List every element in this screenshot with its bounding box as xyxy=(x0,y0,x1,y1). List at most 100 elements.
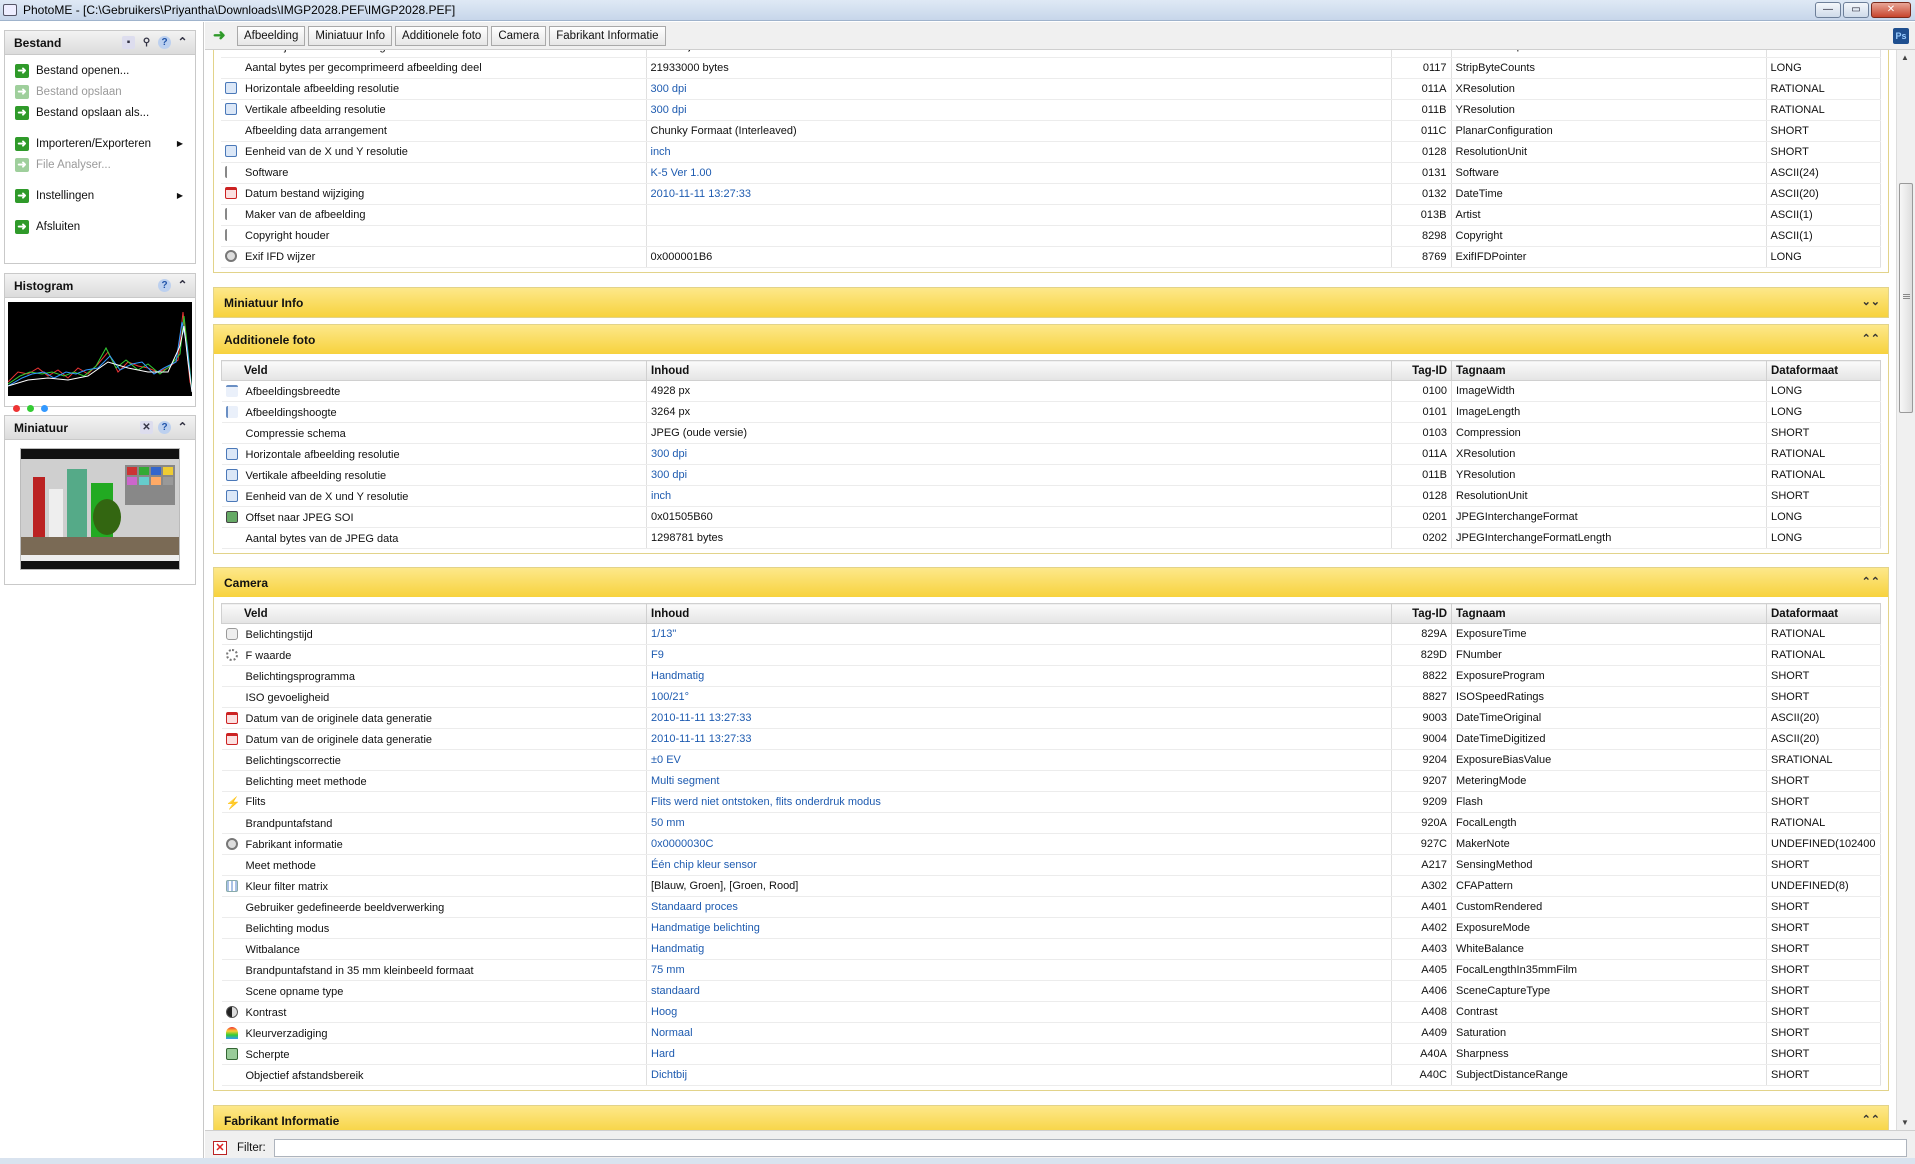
table-row[interactable]: Kleur filter matrix [Blauw, Groen], [Groe… xyxy=(221,875,1881,897)
maximize-button[interactable]: ▭ xyxy=(1843,2,1869,18)
cell-inhoud[interactable]: Hoog xyxy=(646,1001,1392,1023)
expand-chevron-icon[interactable]: ⌄⌄ xyxy=(1862,295,1880,308)
bestand-panel-header[interactable]: Bestand ▪ ⚲ ? ⌃ xyxy=(5,31,195,55)
scroll-thumb[interactable] xyxy=(1899,183,1913,413)
menu-item[interactable]: ➜ Bestand opslaan xyxy=(5,81,195,102)
table-row[interactable]: Scene opname type standaard A406 SceneCaptu… xyxy=(221,980,1881,1002)
tab-button[interactable]: Miniatuur Info xyxy=(308,25,393,46)
menu-item[interactable]: ➜ File Analyser... xyxy=(5,154,195,175)
cell-inhoud[interactable]: 0x0000030C xyxy=(646,833,1392,855)
table-row[interactable]: Belichtingsprogramma Handmatig 8822 Exposur… xyxy=(221,665,1881,687)
table-row[interactable]: Copyright houder 8298 Copyright ASCII(1) xyxy=(221,225,1881,247)
panel-search-icon[interactable]: ⚲ xyxy=(140,36,153,49)
cell-inhoud[interactable]: inch xyxy=(646,485,1392,507)
column-header-veld[interactable]: Veld xyxy=(221,360,647,381)
collapse-chevron-icon[interactable]: ⌃⌃ xyxy=(1862,332,1880,345)
menu-item[interactable]: ➜ Importeren/Exporteren ▶ xyxy=(5,133,195,154)
cell-inhoud[interactable]: inch xyxy=(646,141,1392,163)
table-row[interactable]: Belichtingscorrectie ±0 EV 9204 ExposureBia… xyxy=(221,749,1881,771)
column-header-tagid[interactable]: Tag-ID xyxy=(1391,603,1452,624)
column-header-tagid[interactable]: Tag-ID xyxy=(1391,360,1452,381)
table-row[interactable]: Compressie schema JPEG (oude versie) 0103 C… xyxy=(221,422,1881,444)
cell-inhoud[interactable]: 300 dpi xyxy=(646,99,1392,121)
menu-item[interactable]: ➜ Bestand opslaan als... xyxy=(5,102,195,123)
table-row[interactable]: Brandpuntafstand 50 mm 920A FocalLength RATI… xyxy=(221,812,1881,834)
red-channel-dot[interactable] xyxy=(13,405,20,412)
cell-inhoud[interactable]: 300 dpi xyxy=(646,464,1392,486)
tab-button[interactable]: Afbeelding xyxy=(237,25,306,46)
column-header-tagnaam[interactable]: Tagnaam xyxy=(1451,360,1767,381)
cell-inhoud[interactable]: 2010-11-11 13:27:33 xyxy=(646,707,1392,729)
table-row[interactable]: Gebruiker gedefineerde beeldverwerking St… xyxy=(221,896,1881,918)
table-row[interactable]: Maker van de afbeelding 013B Artist ASCII(1… xyxy=(221,204,1881,226)
cell-inhoud[interactable]: Hard xyxy=(646,1043,1392,1065)
additionele-foto-header[interactable]: Additionele foto ⌃⌃ xyxy=(214,325,1888,354)
table-row[interactable]: Afbeeldingsbreedte 4928 px 0100 ImageWidth L… xyxy=(221,380,1881,402)
cell-inhoud[interactable]: Multi segment xyxy=(646,770,1392,792)
collapse-chevron-icon[interactable]: ⌃ xyxy=(176,421,189,434)
table-row[interactable]: Objectief afstandsbereik Dichtbij A40C Subj… xyxy=(221,1064,1881,1086)
histogram-panel-header[interactable]: Histogram ? ⌃ xyxy=(5,274,195,298)
tab-button[interactable]: Fabrikant Informatie xyxy=(549,25,666,46)
table-row[interactable]: Belichting modus Handmatige belichting A40… xyxy=(221,917,1881,939)
filter-input[interactable] xyxy=(273,1138,1907,1157)
cell-inhoud[interactable]: 75 mm xyxy=(646,959,1392,981)
help-icon[interactable]: ? xyxy=(158,279,171,292)
vertical-scrollbar[interactable]: ▲ ▼ xyxy=(1896,50,1915,1130)
cell-inhoud[interactable]: F9 xyxy=(646,644,1392,666)
photoshop-icon[interactable]: Ps xyxy=(1893,28,1909,44)
table-row[interactable]: Belichtingstijd 1/13" 829A ExposureTime RATI… xyxy=(221,623,1881,645)
panel-settings-icon[interactable]: ▪ xyxy=(122,36,135,49)
table-row[interactable]: Vertikale afbeelding resolutie 300 dpi 011… xyxy=(221,99,1881,121)
scroll-up-arrow-icon[interactable]: ▲ xyxy=(1901,53,1909,62)
collapse-chevron-icon[interactable]: ⌃ xyxy=(176,279,189,292)
camera-header[interactable]: Camera ⌃⌃ xyxy=(214,568,1888,597)
cell-inhoud[interactable]: 2010-11-11 13:27:33 xyxy=(646,728,1392,750)
table-row[interactable]: Horizontale afbeelding resolutie 300 dpi 0… xyxy=(221,443,1881,465)
column-header-inhoud[interactable]: Inhoud xyxy=(646,603,1392,624)
table-row[interactable]: Belichting meet methode Multi segment 9207… xyxy=(221,770,1881,792)
table-row[interactable]: Kleurverzadiging Normaal A409 Saturation SHO… xyxy=(221,1022,1881,1044)
table-row[interactable]: Offset naar JPEG SOI 0x01505B60 0201 JPEGIn… xyxy=(221,506,1881,528)
blue-channel-dot[interactable] xyxy=(41,405,48,412)
navigate-arrow-icon[interactable]: ➜ xyxy=(213,27,229,44)
table-row[interactable]: Datum van de originele data generatie 201… xyxy=(221,728,1881,750)
table-row[interactable]: Datum van de originele data generatie 201… xyxy=(221,707,1881,729)
thumbnail-remove-icon[interactable]: ✕ xyxy=(140,421,153,434)
table-row[interactable]: Witbalance Handmatig A403 WhiteBalance SHORT xyxy=(221,938,1881,960)
table-row[interactable]: F waarde F9 829D FNumber RATIONAL xyxy=(221,644,1881,666)
cell-inhoud[interactable]: Dichtbij xyxy=(646,1064,1392,1086)
cell-inhoud[interactable]: Normaal xyxy=(646,1022,1392,1044)
table-row[interactable]: Aantal bytes per gecomprimeerd afbeeldin… xyxy=(221,57,1881,79)
cell-inhoud[interactable]: 100/21° xyxy=(646,686,1392,708)
table-row[interactable]: Vertikale afbeelding resolutie 300 dpi 011… xyxy=(221,464,1881,486)
table-row[interactable]: Afbeelding data arrangement Chunky Formaa… xyxy=(221,120,1881,142)
cell-inhoud[interactable]: 50 mm xyxy=(646,812,1392,834)
collapse-chevron-icon[interactable]: ⌃⌃ xyxy=(1862,1113,1880,1126)
table-row[interactable]: ⚡ Flits Flits werd niet ontstoken, flits o… xyxy=(221,791,1881,813)
clear-filter-icon[interactable]: ✕ xyxy=(213,1140,227,1155)
green-channel-dot[interactable] xyxy=(27,405,34,412)
menu-item[interactable]: ➜ Afsluiten xyxy=(5,216,195,237)
table-row[interactable]: Eenheid van de X und Y resolutie inch 0128… xyxy=(221,485,1881,507)
cell-inhoud[interactable]: ±0 EV xyxy=(646,749,1392,771)
cell-inhoud[interactable]: Handmatig xyxy=(646,938,1392,960)
close-button[interactable]: ✕ xyxy=(1871,2,1911,18)
table-row[interactable]: Aantal lijnen in de afbeelding 3264 Rijen… xyxy=(221,50,1881,58)
cell-inhoud[interactable]: Standaard proces xyxy=(646,896,1392,918)
cell-inhoud[interactable]: 2010-11-11 13:27:33 xyxy=(646,183,1392,205)
cell-inhoud[interactable]: 300 dpi xyxy=(646,443,1392,465)
help-icon[interactable]: ? xyxy=(158,36,171,49)
fabrikant-informatie-header[interactable]: Fabrikant Informatie ⌃⌃ xyxy=(214,1106,1888,1130)
table-row[interactable]: ISO gevoeligheid 100/21° 8827 ISOSpeedRatin… xyxy=(221,686,1881,708)
table-row[interactable]: Fabrikant informatie 0x0000030C 927C MakerN… xyxy=(221,833,1881,855)
table-row[interactable]: Meet methode Één chip kleur sensor A217 Sen… xyxy=(221,854,1881,876)
table-row[interactable]: Datum bestand wijziging 2010-11-11 13:27:… xyxy=(221,183,1881,205)
column-header-dataformaat[interactable]: Dataformaat xyxy=(1766,603,1881,624)
tab-button[interactable]: Camera xyxy=(491,25,547,46)
tab-button[interactable]: Additionele foto xyxy=(395,25,489,46)
minimize-button[interactable]: — xyxy=(1815,2,1841,18)
table-row[interactable]: Aantal bytes van de JPEG data 1298781 byt… xyxy=(221,527,1881,549)
table-row[interactable]: Scherpte Hard A40A Sharpness SHORT xyxy=(221,1043,1881,1065)
table-row[interactable]: Horizontale afbeelding resolutie 300 dpi 0… xyxy=(221,78,1881,100)
